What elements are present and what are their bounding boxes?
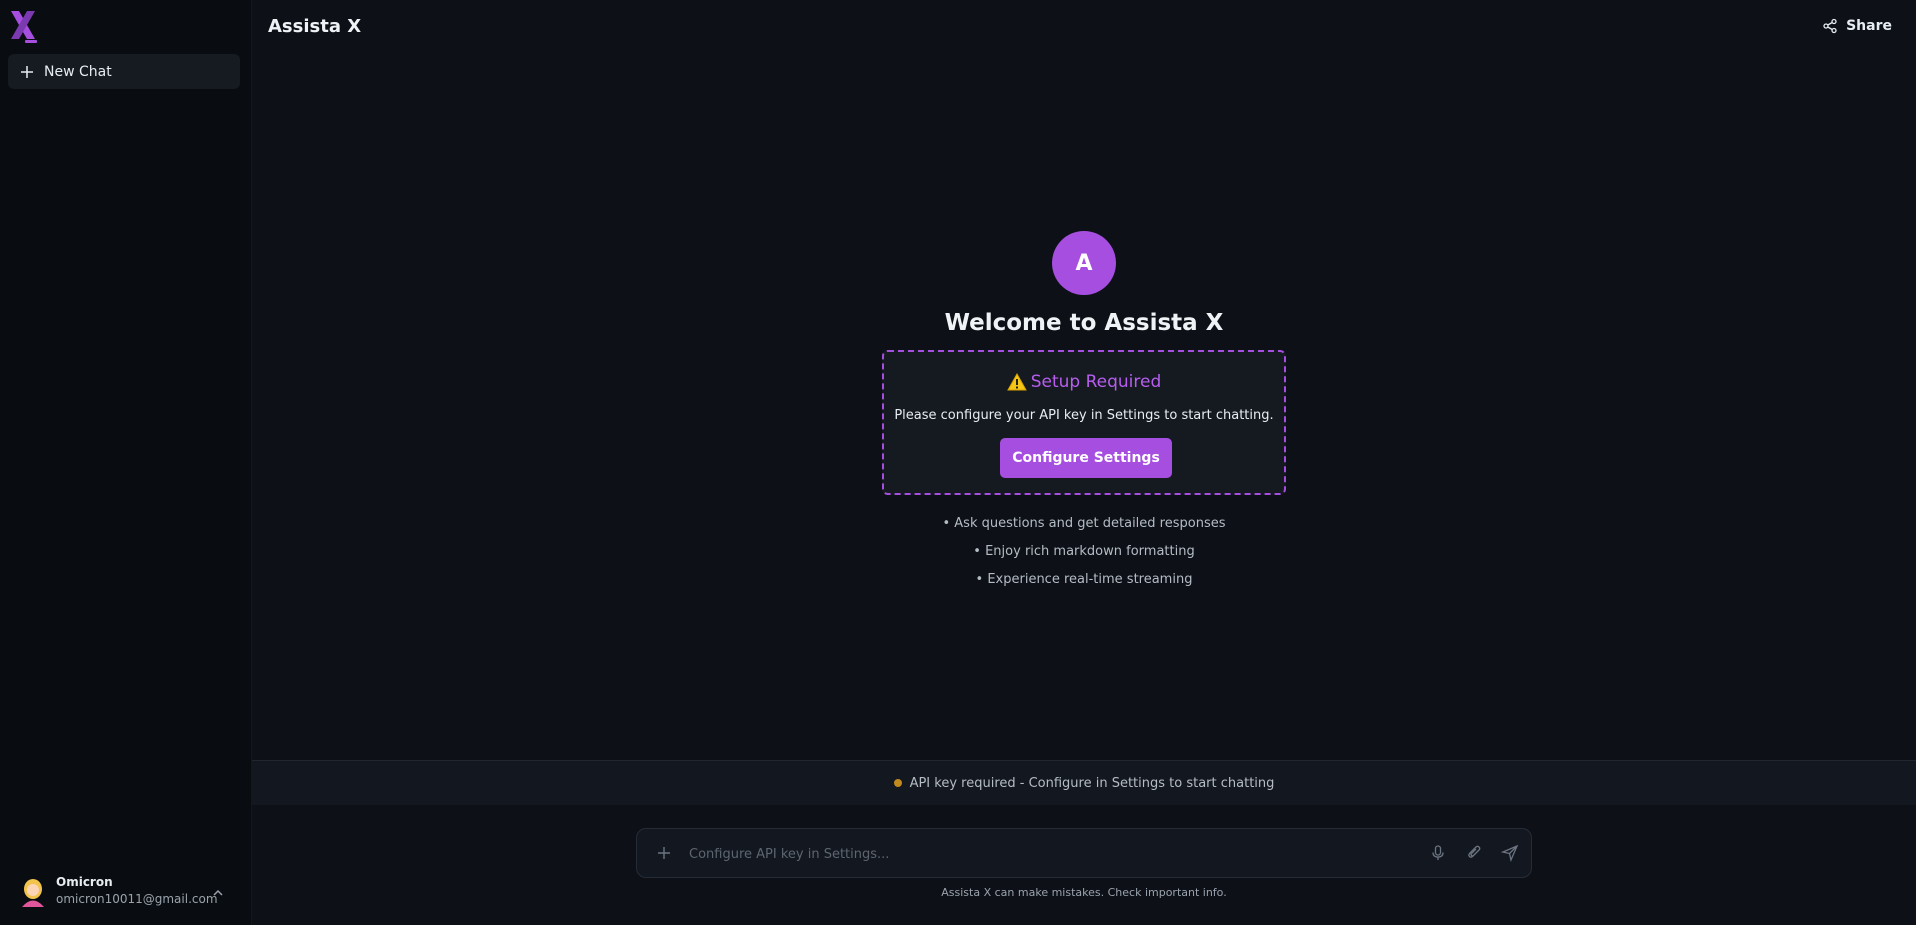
send-icon[interactable]: [1501, 844, 1519, 862]
user-name: Omicron: [56, 875, 113, 889]
setup-heading: Setup Required: [884, 372, 1284, 392]
user-info: Omicron omicron10011@gmail.com: [56, 874, 218, 908]
configure-settings-button[interactable]: Configure Settings: [1000, 438, 1172, 478]
user-profile[interactable]: Omicron omicron10011@gmail.com: [16, 868, 236, 914]
chat-composer: [636, 828, 1532, 878]
status-dot-icon: [893, 779, 902, 787]
disclaimer-text: Assista X can make mistakes. Check impor…: [941, 886, 1227, 899]
welcome-title: Welcome to Assista X: [944, 310, 1224, 336]
page-title: Assista X: [268, 16, 362, 37]
list-item: • Ask questions and get detailed respons…: [942, 516, 1226, 531]
list-item: • Enjoy rich markdown formatting: [973, 544, 1195, 559]
paperclip-icon[interactable]: [1465, 844, 1483, 862]
share-button[interactable]: Share: [1822, 18, 1892, 34]
microphone-icon[interactable]: [1429, 844, 1447, 862]
list-item: • Experience real-time streaming: [975, 572, 1193, 587]
x-chat-logo-icon[interactable]: [8, 8, 40, 44]
share-label: Share: [1846, 18, 1892, 34]
sidebar: New Chat Omicron omicron10011@gmail.com: [0, 0, 252, 925]
chat-input[interactable]: [689, 841, 1389, 867]
new-chat-label: New Chat: [44, 63, 112, 80]
setup-required-card: Setup Required Please configure your API…: [882, 350, 1286, 495]
feature-list: • Ask questions and get detailed respons…: [784, 510, 1384, 594]
user-avatar-icon: [16, 874, 50, 908]
new-chat-button[interactable]: New Chat: [8, 54, 240, 89]
plus-icon: [20, 65, 34, 79]
api-status-bar: API key required - Configure in Settings…: [252, 760, 1916, 805]
plus-icon[interactable]: [657, 846, 671, 860]
setup-message: Please configure your API key in Setting…: [894, 408, 1274, 423]
app-root: New Chat Omicron omicron10011@gmail.com …: [0, 0, 1916, 925]
chevron-up-icon[interactable]: [212, 884, 224, 896]
main-area: Assista X Share A Welcome to Assista X S…: [252, 0, 1916, 925]
status-text: API key required - Configure in Settings…: [909, 775, 1275, 791]
assistant-avatar: A: [1052, 231, 1116, 295]
setup-title: Setup Required: [1030, 372, 1162, 392]
share-icon: [1822, 18, 1838, 34]
user-email: omicron10011@gmail.com: [56, 892, 218, 906]
warning-icon: [1006, 373, 1027, 391]
